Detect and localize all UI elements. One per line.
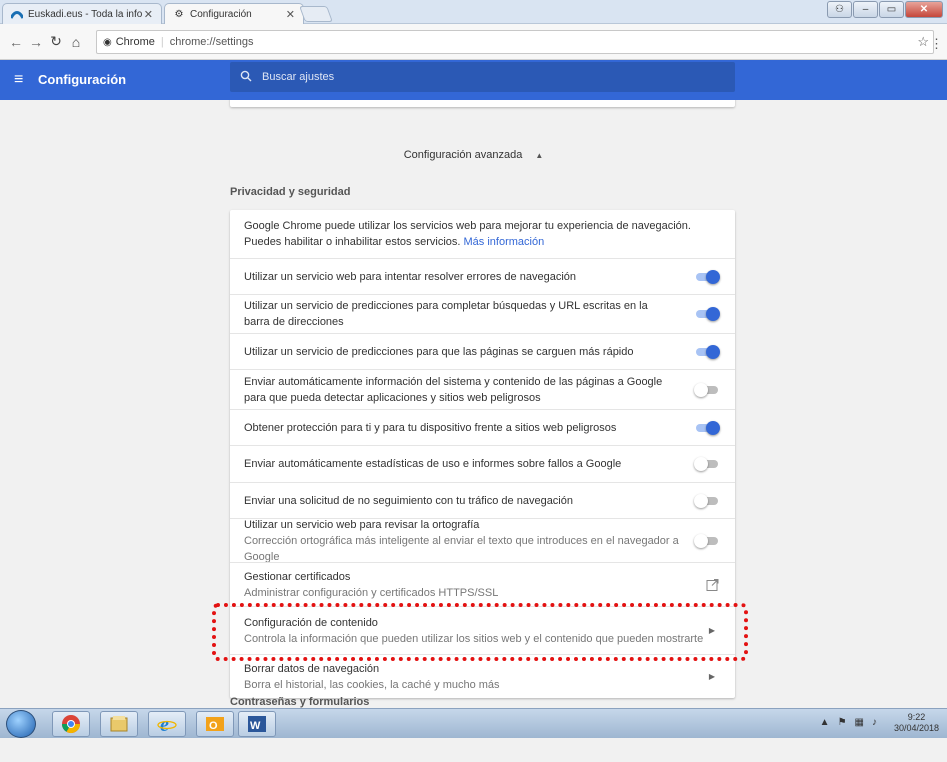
- settings-content: Configuración avanzada ▲ Privacidad y se…: [0, 100, 947, 708]
- search-icon: [240, 70, 252, 85]
- windows-start-icon[interactable]: [6, 710, 36, 738]
- privacy-intro: Google Chrome puede utilizar los servici…: [230, 210, 735, 258]
- title-bar: Euskadi.eus - Toda la info ✕ ⚙ Configura…: [0, 0, 947, 24]
- toggle-label: Utilizar un servicio de predicciones par…: [244, 300, 648, 328]
- chevron-up-icon: ▲: [535, 151, 544, 160]
- explorer-icon[interactable]: [100, 711, 138, 737]
- url-text: chrome://settings: [169, 36, 254, 48]
- row-label: Borrar datos de navegación: [244, 662, 380, 675]
- advanced-toggle[interactable]: Configuración avanzada ▲: [0, 149, 947, 161]
- advanced-label: Configuración avanzada: [403, 149, 523, 161]
- external-link-icon[interactable]: [706, 578, 719, 591]
- outlook-icon[interactable]: O: [196, 711, 234, 737]
- page-title: Configuración: [38, 72, 127, 87]
- toggle-row-nav-errors[interactable]: Utilizar un servicio web para intentar r…: [230, 258, 735, 294]
- tab-close-icon[interactable]: ✕: [286, 8, 295, 21]
- manage-certificates-row[interactable]: Gestionar certificados Administrar confi…: [230, 562, 735, 606]
- toggle-switch[interactable]: [694, 344, 720, 359]
- volume-icon[interactable]: ♪: [872, 717, 877, 728]
- clock-date: 30/04/2018: [893, 723, 939, 733]
- forward-arrow-icon[interactable]: →: [26, 32, 46, 52]
- passwords-section-title: Contraseñas y formularios: [230, 696, 370, 708]
- minimize-button[interactable]: –: [853, 1, 878, 18]
- gear-icon: ⚙: [174, 8, 184, 20]
- chrome-logo-icon: ◉: [103, 36, 112, 48]
- privacy-section-title: Privacidad y seguridad: [230, 186, 351, 198]
- chevron-right-icon: ▶: [708, 671, 715, 681]
- row-label: Configuración de contenido: [244, 616, 378, 629]
- euskadi-favicon-icon: [11, 8, 23, 20]
- security-chip[interactable]: ◉ Chrome: [103, 36, 155, 48]
- svg-text:e: e: [160, 714, 169, 734]
- toggle-switch[interactable]: [694, 269, 720, 284]
- row-sublabel: Controla la información que pueden utili…: [244, 632, 704, 645]
- toggle-row-predictions-search[interactable]: Utilizar un servicio de predicciones par…: [230, 294, 735, 333]
- toggle-switch[interactable]: [694, 420, 720, 435]
- new-tab-button[interactable]: [299, 6, 333, 22]
- toggle-label: Utilizar un servicio de predicciones par…: [244, 345, 634, 358]
- tab-euskadi[interactable]: Euskadi.eus - Toda la info ✕: [2, 3, 162, 24]
- address-bar[interactable]: ◉ Chrome | chrome://settings ☆: [96, 30, 934, 54]
- toggle-switch[interactable]: [694, 382, 720, 397]
- clock-time: 9:22: [907, 712, 926, 722]
- toggle-row-spellcheck[interactable]: Utilizar un servicio web para revisar la…: [230, 518, 735, 563]
- toggle-row-predictions-load[interactable]: Utilizar un servicio de predicciones par…: [230, 333, 735, 369]
- search-input[interactable]: [262, 71, 702, 83]
- reload-icon[interactable]: ↻: [46, 32, 66, 52]
- tray-arrow-icon[interactable]: ▲: [820, 717, 830, 728]
- settings-header: ≡ Configuración: [0, 60, 947, 100]
- chrome-icon[interactable]: [52, 711, 90, 737]
- user-icon[interactable]: ⚇: [827, 1, 852, 18]
- row-sublabel: Borra el historial, las cookies, la cach…: [244, 678, 500, 691]
- tab-configuracion[interactable]: ⚙ Configuración ✕: [164, 3, 304, 24]
- row-sublabel: Administrar configuración y certificados…: [244, 586, 499, 599]
- svg-text:O: O: [209, 720, 218, 732]
- toggle-switch[interactable]: [694, 307, 720, 321]
- svg-text:W: W: [250, 720, 261, 732]
- home-icon[interactable]: ⌂: [66, 32, 86, 52]
- bookmark-star-icon[interactable]: ☆: [917, 34, 929, 50]
- privacy-card: Google Chrome puede utilizar los servici…: [230, 210, 735, 698]
- tab-close-icon[interactable]: ✕: [144, 8, 153, 21]
- word-icon[interactable]: W: [238, 711, 276, 737]
- windows-taskbar: e O W ▲ ⚑ ▦ ♪ 9:22 30/04/2018: [0, 708, 947, 738]
- toggle-label: Enviar una solicitud de no seguimiento c…: [244, 494, 573, 507]
- toggle-sublabel: Corrección ortográfica más inteligente a…: [244, 534, 679, 563]
- toggle-row-do-not-track[interactable]: Enviar una solicitud de no seguimiento c…: [230, 482, 735, 518]
- previous-card-bottom: [230, 100, 735, 107]
- toggle-switch[interactable]: [694, 533, 720, 548]
- chevron-right-icon: ▶: [708, 625, 715, 635]
- toggle-label: Utilizar un servicio web para revisar la…: [244, 518, 480, 531]
- clock[interactable]: 9:22 30/04/2018: [894, 712, 939, 734]
- system-tray: ▲ ⚑ ▦ ♪: [820, 717, 877, 728]
- search-box[interactable]: [230, 62, 735, 92]
- toggle-row-protection[interactable]: Obtener protección para ti y para tu dis…: [230, 409, 735, 445]
- back-arrow-icon[interactable]: ←: [6, 32, 26, 52]
- network-icon[interactable]: ▦: [855, 717, 864, 728]
- flag-icon[interactable]: ⚑: [838, 717, 847, 728]
- ie-icon[interactable]: e: [148, 711, 186, 737]
- toggle-label: Enviar automáticamente estadísticas de u…: [244, 458, 622, 470]
- window-controls: ⚇ – ▭ ✕: [827, 1, 943, 18]
- toggle-row-safe-browsing-report[interactable]: Enviar automáticamente información del s…: [230, 369, 735, 409]
- browser-toolbar: ← → ↻ ⌂ ◉ Chrome | chrome://settings ☆ ⋮: [0, 24, 947, 60]
- toggle-label: Enviar automáticamente información del s…: [244, 375, 663, 404]
- toggle-label: Utilizar un servicio web para intentar r…: [244, 270, 576, 283]
- tab-title: Euskadi.eus - Toda la info: [28, 8, 143, 20]
- hamburger-menu-icon[interactable]: ≡: [14, 71, 23, 89]
- divider: |: [160, 36, 164, 48]
- toggle-row-usage-stats[interactable]: Enviar automáticamente estadísticas de u…: [230, 445, 735, 482]
- content-settings-row[interactable]: Configuración de contenido Controla la i…: [230, 606, 735, 654]
- security-label: Chrome: [115, 36, 155, 48]
- toggle-switch[interactable]: [694, 493, 720, 508]
- maximize-button[interactable]: ▭: [879, 1, 904, 18]
- clear-browsing-data-row[interactable]: Borrar datos de navegación Borra el hist…: [230, 654, 735, 698]
- tab-title: Configuración: [190, 8, 252, 20]
- row-label: Gestionar certificados: [244, 570, 351, 583]
- more-info-link[interactable]: Más información: [464, 236, 545, 248]
- more-menu-icon[interactable]: ⋮: [930, 36, 943, 52]
- close-window-button[interactable]: ✕: [905, 1, 943, 18]
- toggle-switch[interactable]: [694, 457, 720, 471]
- toggle-label: Obtener protección para ti y para tu dis…: [244, 421, 617, 434]
